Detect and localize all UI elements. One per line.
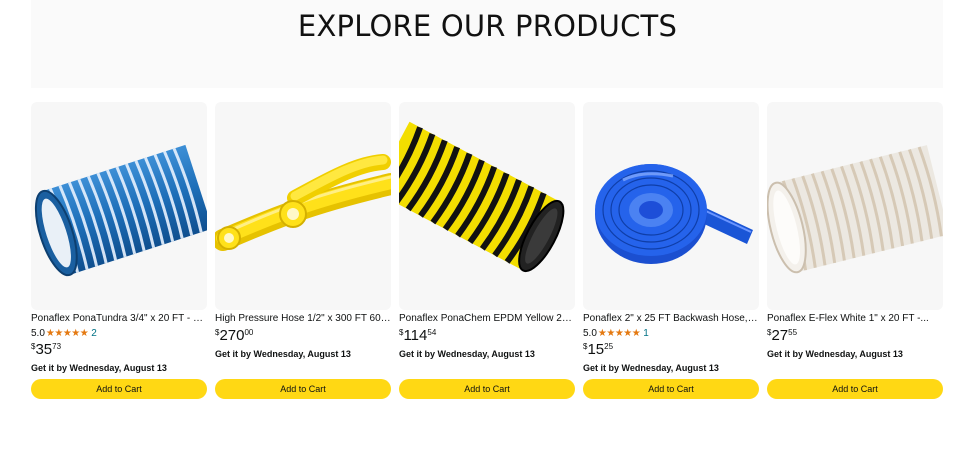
product-card[interactable]: Ponaflex PonaTundra 3/4" x 20 FT - Cold.… bbox=[31, 102, 207, 402]
delivery-text: Get it by Wednesday, August 13 bbox=[31, 363, 167, 373]
price-fraction: 25 bbox=[604, 342, 614, 351]
price: $27000 bbox=[215, 328, 253, 344]
yellow-black-suction-hose-icon bbox=[399, 121, 565, 273]
review-count[interactable]: 2 bbox=[91, 328, 97, 340]
rating-value: 5.0 bbox=[583, 328, 597, 339]
price-whole: 114 bbox=[403, 327, 428, 344]
product-title[interactable]: Ponaflex PonaChem EPDM Yellow 2" x 20... bbox=[399, 313, 575, 325]
rating-value: 5.0 bbox=[31, 328, 45, 339]
price-whole: 15 bbox=[587, 341, 605, 358]
product-title[interactable]: Ponaflex 2" x 25 FT Backwash Hose, Heavy… bbox=[583, 313, 759, 325]
price-whole: 35 bbox=[35, 341, 53, 358]
blue-flat-backwash-hose-icon bbox=[595, 164, 753, 264]
price: $2755 bbox=[767, 328, 797, 344]
product-image[interactable] bbox=[399, 102, 575, 310]
product-image[interactable] bbox=[31, 102, 207, 310]
price-fraction: 55 bbox=[788, 328, 798, 337]
product-grid: Ponaflex PonaTundra 3/4" x 20 FT - Cold.… bbox=[31, 102, 944, 402]
price-whole: 270 bbox=[219, 327, 245, 344]
blue-spiral-hose-icon bbox=[34, 144, 207, 277]
price-symbol: $ bbox=[399, 328, 404, 337]
price-fraction: 73 bbox=[52, 342, 62, 351]
product-image[interactable] bbox=[767, 102, 943, 310]
product-title[interactable]: Ponaflex E-Flex White 1" x 20 FT -... bbox=[767, 313, 943, 325]
product-card[interactable]: High Pressure Hose 1/2" x 300 FT 600 PSI… bbox=[215, 102, 391, 402]
price: $3573 bbox=[31, 342, 61, 358]
price: $11454 bbox=[399, 328, 436, 344]
product-card[interactable]: Ponaflex PonaChem EPDM Yellow 2" x 20...… bbox=[399, 102, 575, 402]
star-rating-icon: ★★★★★ bbox=[45, 328, 89, 339]
price-symbol: $ bbox=[583, 342, 588, 351]
add-to-cart-button[interactable]: Add to Cart bbox=[583, 379, 759, 399]
add-to-cart-button[interactable]: Add to Cart bbox=[31, 379, 207, 399]
price-fraction: 54 bbox=[427, 328, 437, 337]
price-whole: 27 bbox=[771, 327, 789, 344]
product-title[interactable]: Ponaflex PonaTundra 3/4" x 20 FT - Cold.… bbox=[31, 313, 207, 325]
star-rating-icon: ★★★★★ bbox=[597, 328, 641, 339]
add-to-cart-button[interactable]: Add to Cart bbox=[215, 379, 391, 399]
delivery-text: Get it by Wednesday, August 13 bbox=[767, 349, 903, 359]
add-to-cart-button[interactable]: Add to Cart bbox=[767, 379, 943, 399]
page-title: EXPLORE OUR PRODUCTS bbox=[297, 9, 678, 43]
delivery-text: Get it by Wednesday, August 13 bbox=[215, 349, 351, 359]
price-symbol: $ bbox=[31, 342, 36, 351]
yellow-pressure-hose-icon bbox=[215, 154, 391, 251]
rating-row[interactable]: 5.0 ★★★★★ 2 bbox=[31, 328, 97, 340]
product-image[interactable] bbox=[583, 102, 759, 310]
delivery-text: Get it by Wednesday, August 13 bbox=[399, 349, 535, 359]
price: $1525 bbox=[583, 342, 613, 358]
product-card[interactable]: Ponaflex E-Flex White 1" x 20 FT -... $2… bbox=[767, 102, 943, 402]
price-symbol: $ bbox=[215, 328, 220, 337]
rating-row[interactable]: 5.0 ★★★★★ 1 bbox=[583, 328, 649, 340]
delivery-text: Get it by Wednesday, August 13 bbox=[583, 363, 719, 373]
product-card[interactable]: Ponaflex 2" x 25 FT Backwash Hose, Heavy… bbox=[583, 102, 759, 402]
white-spiral-hose-icon bbox=[767, 145, 943, 274]
price-fraction: 00 bbox=[244, 328, 254, 337]
product-title[interactable]: High Pressure Hose 1/2" x 300 FT 600 PSI… bbox=[215, 313, 391, 325]
product-image[interactable] bbox=[215, 102, 391, 310]
review-count[interactable]: 1 bbox=[643, 328, 649, 340]
add-to-cart-button[interactable]: Add to Cart bbox=[399, 379, 575, 399]
price-symbol: $ bbox=[767, 328, 772, 337]
